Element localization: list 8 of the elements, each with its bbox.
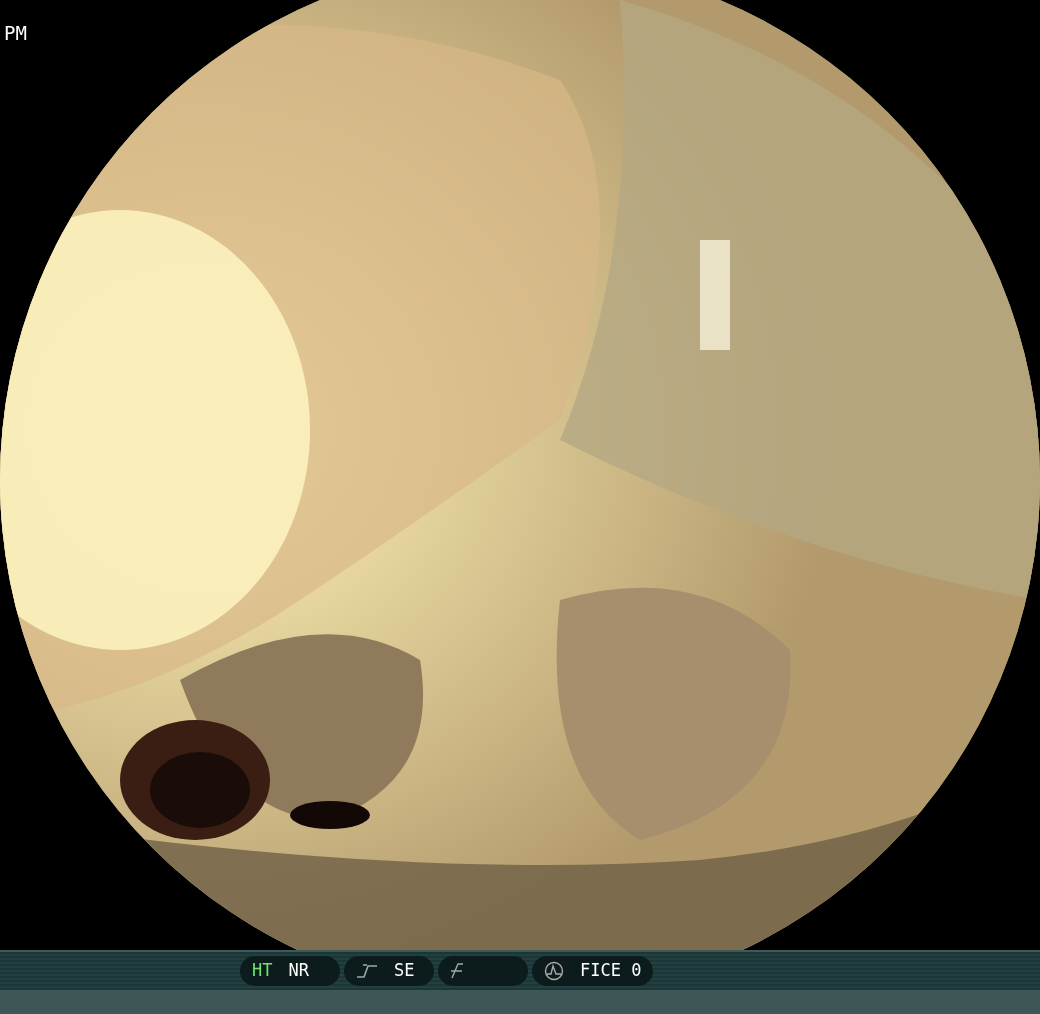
overlay-label: PM <box>4 24 27 43</box>
wave-icon <box>544 961 564 981</box>
mode-label: NR <box>288 959 309 983</box>
mode-label: FICE 0 <box>580 959 642 983</box>
mode-label: HT <box>252 959 273 983</box>
slash-icon <box>450 962 464 980</box>
mode-label: SE <box>394 959 415 983</box>
curve-icon <box>356 962 378 980</box>
